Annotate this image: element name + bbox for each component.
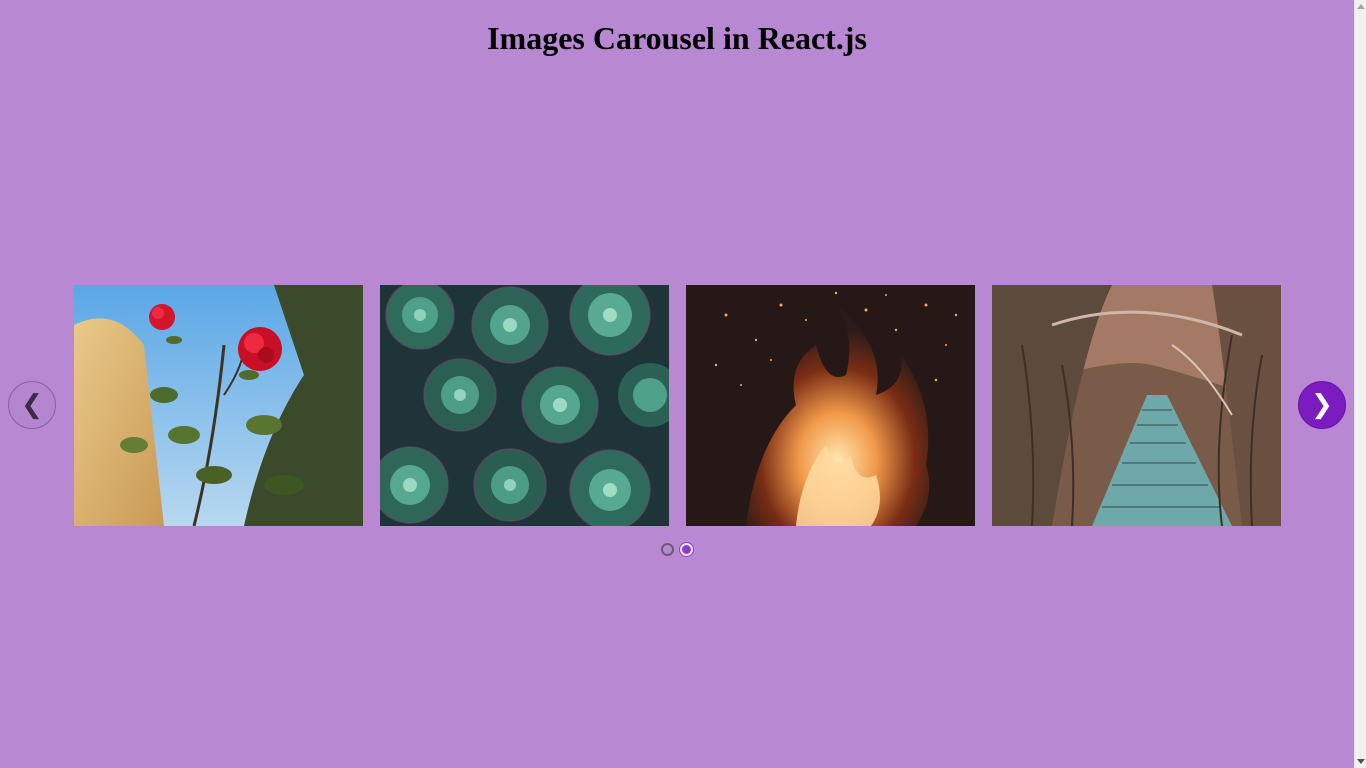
page-title: Images Carousel in React.js [487, 20, 867, 56]
chevron-left-icon: ❮ [21, 390, 43, 420]
vertical-scrollbar[interactable] [1354, 0, 1366, 768]
boardwalk-image [992, 285, 1281, 526]
succulent-image [380, 285, 669, 526]
slide-campfire[interactable] [686, 285, 975, 526]
pagination-dot-2-active[interactable] [680, 543, 693, 556]
next-slide-button[interactable]: ❯ [1298, 381, 1346, 429]
carousel-track [74, 285, 1281, 526]
rose-image [74, 285, 363, 526]
slide-red-roses[interactable] [74, 285, 363, 526]
scroll-down-icon[interactable] [1357, 759, 1365, 764]
fire-image [686, 285, 975, 526]
slide-succulents[interactable] [380, 285, 669, 526]
carousel-page: Images Carousel in React.js ❮ ❯ [0, 0, 1366, 768]
slide-forest-boardwalk[interactable] [992, 285, 1281, 526]
chevron-right-icon: ❯ [1311, 390, 1333, 420]
scroll-up-icon[interactable] [1357, 4, 1365, 9]
pagination-dot-1[interactable] [661, 543, 674, 556]
previous-slide-button[interactable]: ❮ [8, 381, 56, 429]
carousel-pagination [661, 543, 693, 556]
